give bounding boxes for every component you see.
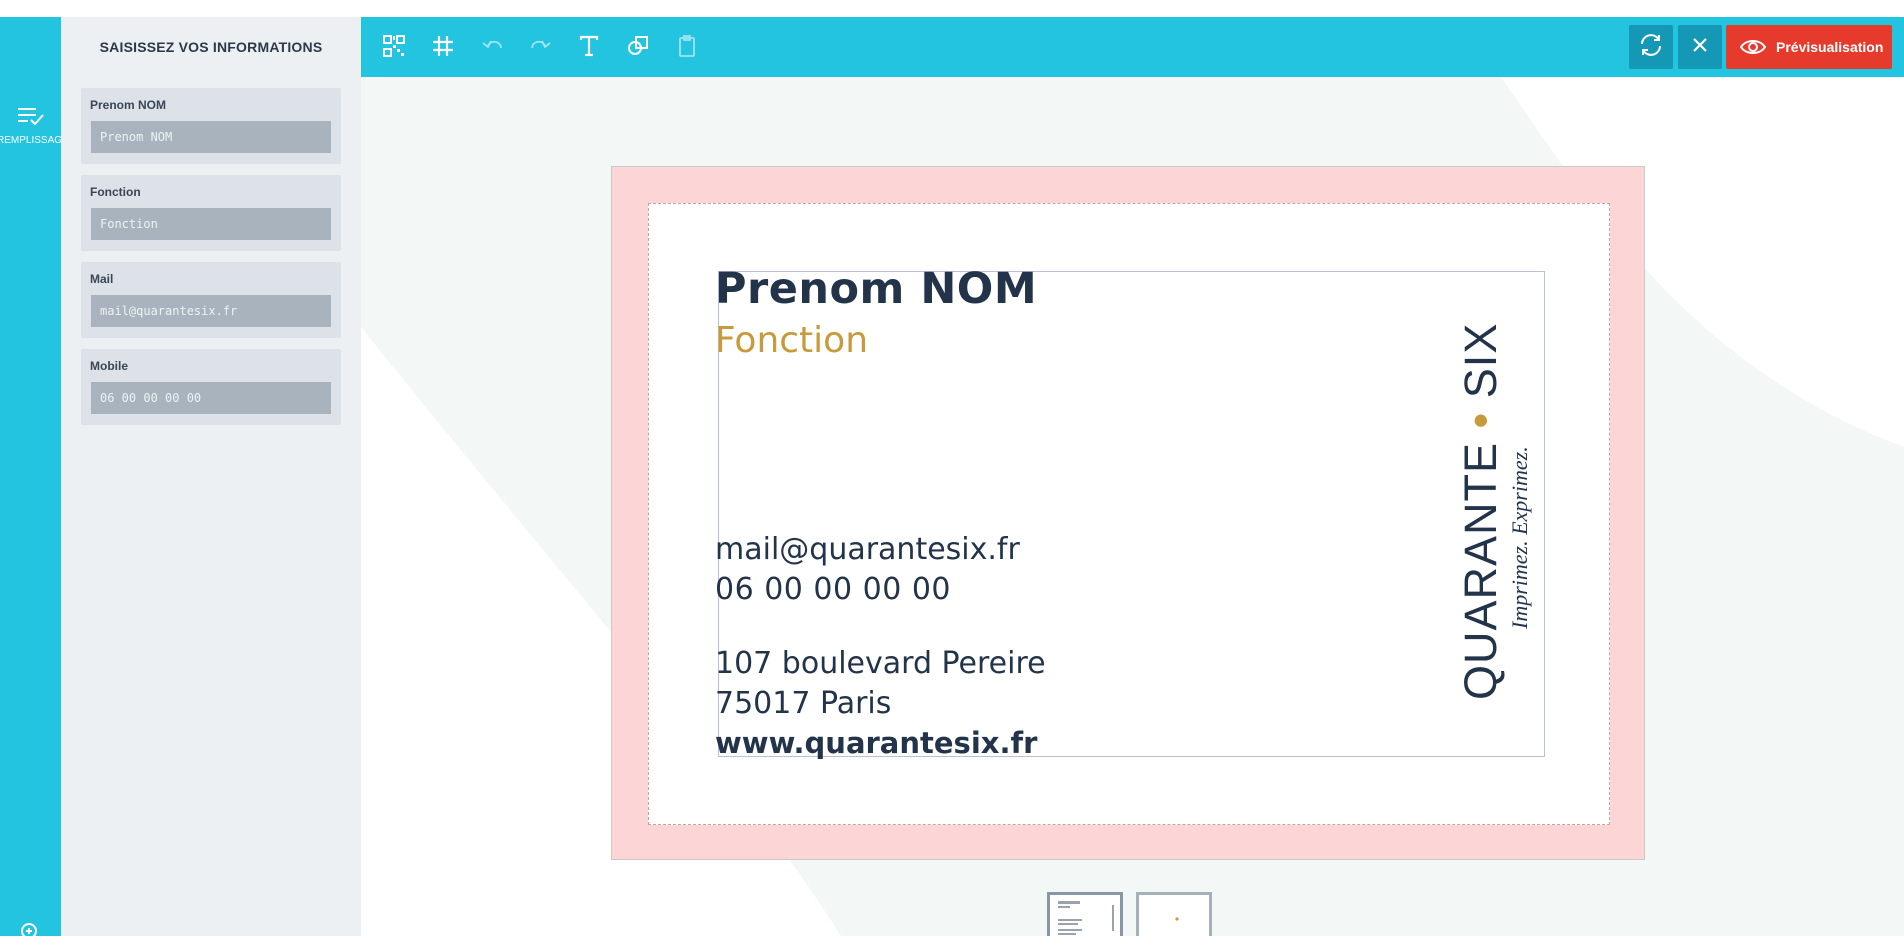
zoom-in-icon[interactable] bbox=[20, 922, 42, 944]
text-icon[interactable] bbox=[574, 31, 604, 61]
grid-icon[interactable] bbox=[428, 31, 458, 61]
card-mail[interactable]: mail@quarantesix.fr bbox=[715, 532, 1020, 567]
page-thumbnail-front[interactable] bbox=[1047, 892, 1123, 936]
page-thumbnail-back[interactable] bbox=[1136, 892, 1212, 936]
field-name: Prenom NOM bbox=[81, 88, 341, 164]
field-label: Mobile bbox=[90, 359, 128, 373]
redo-icon[interactable] bbox=[526, 31, 556, 61]
quick-fill-label: REMPLISSAGE RAPIDE bbox=[0, 135, 64, 146]
card-name[interactable]: Prenom NOM bbox=[715, 264, 1037, 314]
field-mail: Mail bbox=[81, 262, 341, 338]
field-function: Fonction bbox=[81, 175, 341, 251]
undo-icon[interactable] bbox=[477, 31, 507, 61]
reset-button[interactable] bbox=[1629, 25, 1673, 69]
refresh-icon bbox=[1638, 32, 1664, 63]
name-input[interactable] bbox=[91, 121, 331, 153]
close-button[interactable] bbox=[1678, 25, 1722, 69]
logo-tagline: Imprimez. Exprimez. bbox=[1507, 446, 1532, 630]
logo-brand-left: QUARANTE bbox=[1455, 442, 1506, 700]
editor-canvas: Prenom NOM Fonction mail@quarantesix.fr … bbox=[361, 77, 1904, 936]
brand-logo[interactable]: QUARANTE • SIX Imprimez. Exprimez. bbox=[1447, 324, 1557, 704]
svg-text:QUARANTE • SIX: QUARANTE • SIX bbox=[1455, 324, 1506, 700]
business-card-bleed: Prenom NOM Fonction mail@quarantesix.fr … bbox=[611, 166, 1645, 860]
card-address-line1[interactable]: 107 boulevard Pereire bbox=[715, 646, 1046, 681]
function-input[interactable] bbox=[91, 208, 331, 240]
card-address-line2[interactable]: 75017 Paris bbox=[715, 686, 891, 721]
mail-input[interactable] bbox=[91, 295, 331, 327]
eye-icon bbox=[1740, 38, 1766, 56]
info-panel: SAISISSEZ VOS INFORMATIONS Prenom NOM Fo… bbox=[61, 17, 361, 936]
panel-title: SAISISSEZ VOS INFORMATIONS bbox=[99, 39, 323, 55]
field-label: Mail bbox=[90, 272, 114, 286]
card-function[interactable]: Fonction bbox=[715, 320, 868, 361]
mobile-input[interactable] bbox=[91, 382, 331, 414]
field-mobile: Mobile bbox=[81, 349, 341, 425]
field-label: Fonction bbox=[90, 185, 141, 199]
shapes-icon[interactable] bbox=[623, 31, 653, 61]
qr-code-icon[interactable] bbox=[379, 31, 409, 61]
business-card[interactable]: Prenom NOM Fonction mail@quarantesix.fr … bbox=[648, 203, 1610, 825]
card-phone[interactable]: 06 00 00 00 00 bbox=[715, 572, 951, 607]
checklist-icon bbox=[18, 107, 44, 130]
close-icon bbox=[1691, 36, 1709, 59]
editor-toolbar: Prévisualisation bbox=[361, 17, 1904, 77]
left-rail: REMPLISSAGE RAPIDE bbox=[0, 17, 64, 943]
logo-brand-right: SIX bbox=[1455, 324, 1506, 398]
clipboard-icon[interactable] bbox=[672, 31, 702, 61]
field-label: Prenom NOM bbox=[90, 98, 167, 112]
preview-button[interactable]: Prévisualisation bbox=[1726, 25, 1892, 69]
preview-label: Prévisualisation bbox=[1776, 39, 1884, 55]
card-website[interactable]: www.quarantesix.fr bbox=[715, 726, 1037, 760]
